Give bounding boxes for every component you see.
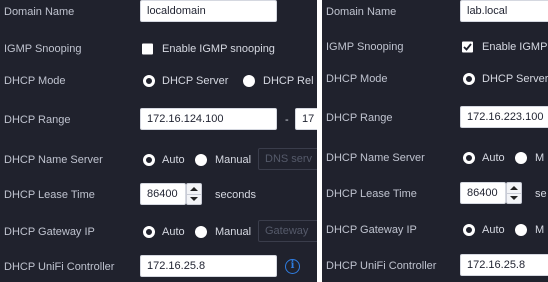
dhcp-name-server-row: DHCP Name Server Auto M (322, 146, 548, 170)
dhcp-range-row: DHCP Range 172.16.223.100 (322, 106, 548, 130)
dhcp-relay-radio-label: DHCP Rel (263, 75, 314, 87)
dhcp-mode-label: DHCP Mode (326, 73, 388, 85)
dhcp-gateway-ip-label: DHCP Gateway IP (326, 224, 417, 236)
dhcp-server-radio-label: DHCP Server (482, 73, 548, 85)
dhcp-range-start-input[interactable]: 172.16.124.100 (140, 108, 277, 130)
igmp-snooping-checkbox[interactable] (462, 41, 473, 53)
igmp-snooping-checkbox-label: Enable IGMP snooping (162, 43, 275, 55)
gateway-auto-radio[interactable] (143, 226, 155, 238)
name-server-manual-radio[interactable] (195, 154, 207, 166)
domain-name-label: Domain Name (4, 6, 75, 18)
dhcp-name-server-label: DHCP Name Server (4, 154, 103, 166)
name-server-auto-radio[interactable] (463, 152, 475, 164)
dns-server-input[interactable]: DNS serv (258, 148, 317, 170)
dhcp-range-separator: - (285, 114, 289, 126)
gateway-auto-radio[interactable] (463, 224, 475, 236)
igmp-snooping-row: IGMP Snooping Enable IGMP snooping (0, 37, 317, 61)
dhcp-range-start-input[interactable]: 172.16.223.100 (460, 106, 548, 128)
name-server-manual-label: Manual (215, 154, 252, 166)
dhcp-name-server-row: DHCP Name Server Auto Manual DNS serv (0, 148, 317, 172)
dhcp-unifi-controller-row: DHCP UniFi Controller 172.16.25.8 (322, 254, 548, 278)
name-server-auto-label: Auto (162, 154, 185, 166)
lease-time-input[interactable]: 86400 (140, 183, 186, 205)
unifi-controller-input[interactable]: 172.16.25.8 (460, 254, 548, 276)
dhcp-relay-radio[interactable] (243, 75, 255, 87)
dhcp-gateway-ip-row: DHCP Gateway IP Auto Manual Gateway (0, 220, 317, 244)
lease-time-stepper[interactable] (186, 183, 202, 205)
dhcp-gateway-ip-label: DHCP Gateway IP (4, 226, 95, 238)
network-settings-panel-left: Domain Name localdomain IGMP Snooping En… (0, 0, 317, 282)
dhcp-mode-row: DHCP Mode DHCP Server DHCP Rel (0, 69, 317, 93)
dhcp-lease-time-row: DHCP Lease Time 86400 se (322, 182, 548, 206)
network-settings-panel-right: Domain Name lab.local IGMP Snooping Enab… (322, 0, 548, 282)
dhcp-gateway-ip-row: DHCP Gateway IP Auto M (322, 218, 548, 242)
name-server-auto-radio[interactable] (143, 154, 155, 166)
checkmark-icon (463, 43, 472, 51)
dhcp-server-radio-label: DHCP Server (162, 75, 229, 87)
arrow-up-icon (510, 186, 518, 190)
stepper-down-button[interactable] (507, 193, 521, 203)
arrow-up-icon (190, 187, 198, 191)
igmp-snooping-row: IGMP Snooping Enable IGMP (322, 35, 548, 59)
gateway-auto-label: Auto (162, 226, 185, 238)
dhcp-mode-label: DHCP Mode (4, 75, 66, 87)
gateway-manual-radio[interactable] (515, 224, 527, 236)
dhcp-unifi-controller-label: DHCP UniFi Controller (4, 261, 115, 273)
unifi-controller-input[interactable]: 172.16.25.8 (140, 255, 277, 277)
domain-name-row: Domain Name lab.local (322, 0, 548, 24)
stepper-down-button[interactable] (187, 194, 201, 204)
domain-name-input[interactable]: lab.local (460, 0, 548, 22)
domain-name-input[interactable]: localdomain (140, 0, 277, 22)
name-server-auto-label: Auto (482, 152, 505, 164)
lease-time-unit: se (535, 188, 547, 200)
dhcp-unifi-controller-row: DHCP UniFi Controller 172.16.25.8 i (0, 255, 317, 279)
dhcp-server-radio[interactable] (143, 75, 155, 87)
dhcp-range-end-input[interactable]: 17 (295, 108, 317, 130)
gateway-input[interactable]: Gateway (258, 220, 317, 242)
dhcp-mode-row: DHCP Mode DHCP Server (322, 67, 548, 91)
igmp-snooping-label: IGMP Snooping (326, 41, 404, 53)
gateway-manual-label: M (535, 224, 545, 236)
name-server-manual-radio[interactable] (515, 152, 527, 164)
gateway-manual-radio[interactable] (195, 226, 207, 238)
dhcp-lease-time-label: DHCP Lease Time (326, 188, 417, 200)
igmp-snooping-checkbox-label: Enable IGMP (482, 41, 548, 53)
arrow-down-icon (510, 196, 518, 200)
lease-time-input[interactable]: 86400 (460, 182, 506, 204)
gateway-auto-label: Auto (482, 224, 505, 236)
dhcp-range-row: DHCP Range 172.16.124.100 - 17 (0, 108, 317, 132)
dhcp-server-radio[interactable] (463, 73, 475, 85)
lease-time-stepper[interactable] (506, 182, 522, 204)
igmp-snooping-checkbox[interactable] (142, 43, 153, 55)
dhcp-name-server-label: DHCP Name Server (326, 152, 425, 164)
dhcp-range-label: DHCP Range (4, 114, 71, 126)
lease-time-unit: seconds (215, 189, 256, 201)
dhcp-range-label: DHCP Range (326, 112, 393, 124)
gateway-manual-label: Manual (215, 226, 252, 238)
dhcp-unifi-controller-label: DHCP UniFi Controller (326, 260, 437, 272)
domain-name-row: Domain Name localdomain (0, 0, 317, 24)
domain-name-label: Domain Name (326, 6, 397, 18)
info-icon[interactable]: i (285, 259, 300, 274)
dhcp-lease-time-label: DHCP Lease Time (4, 189, 95, 201)
igmp-snooping-label: IGMP Snooping (4, 43, 82, 55)
arrow-down-icon (190, 197, 198, 201)
dhcp-lease-time-row: DHCP Lease Time 86400 seconds (0, 183, 317, 207)
name-server-manual-label: M (535, 152, 545, 164)
